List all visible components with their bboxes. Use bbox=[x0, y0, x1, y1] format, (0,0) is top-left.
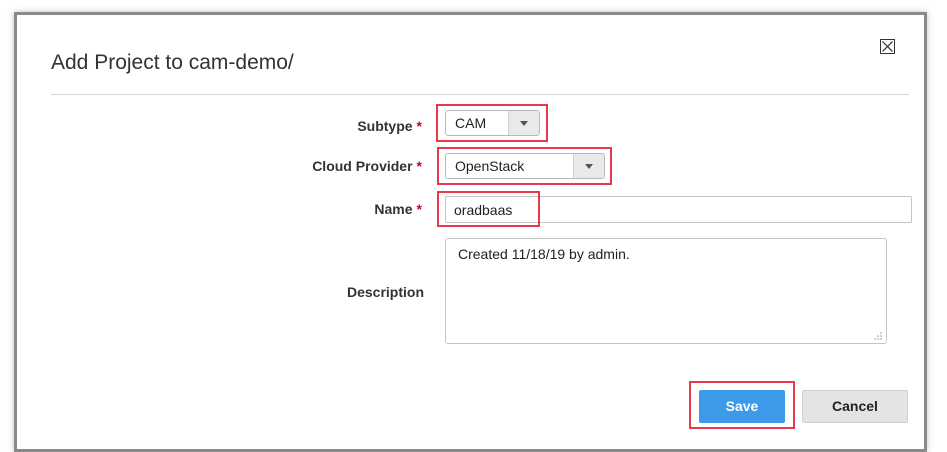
subtype-label: Subtype * bbox=[247, 118, 422, 134]
close-icon bbox=[882, 41, 893, 52]
close-button[interactable] bbox=[880, 39, 895, 54]
save-highlight bbox=[689, 381, 795, 429]
description-value: Created 11/18/19 by admin. bbox=[458, 246, 630, 262]
cancel-button[interactable]: Cancel bbox=[802, 390, 908, 423]
subtype-label-text: Subtype bbox=[357, 118, 413, 134]
dialog-title: Add Project to cam-demo/ bbox=[51, 51, 294, 74]
background-page-text bbox=[0, 0, 947, 10]
resize-grip-icon[interactable] bbox=[874, 332, 882, 340]
header-divider bbox=[51, 94, 909, 95]
required-mark: * bbox=[416, 201, 422, 217]
required-mark: * bbox=[416, 158, 422, 174]
subtype-highlight bbox=[436, 104, 548, 142]
add-project-dialog: Add Project to cam-demo/ Subtype * CAM Cl… bbox=[14, 12, 927, 452]
cloud-provider-highlight bbox=[437, 147, 612, 185]
description-label: Description bbox=[346, 284, 424, 300]
cloud-provider-label-text: Cloud Provider bbox=[312, 158, 413, 174]
required-mark: * bbox=[416, 118, 422, 134]
cloud-provider-label: Cloud Provider * bbox=[217, 158, 422, 174]
name-label: Name * bbox=[247, 201, 422, 217]
description-textarea[interactable]: Created 11/18/19 by admin. bbox=[445, 238, 887, 344]
name-label-text: Name bbox=[374, 201, 413, 217]
name-highlight bbox=[437, 191, 540, 227]
